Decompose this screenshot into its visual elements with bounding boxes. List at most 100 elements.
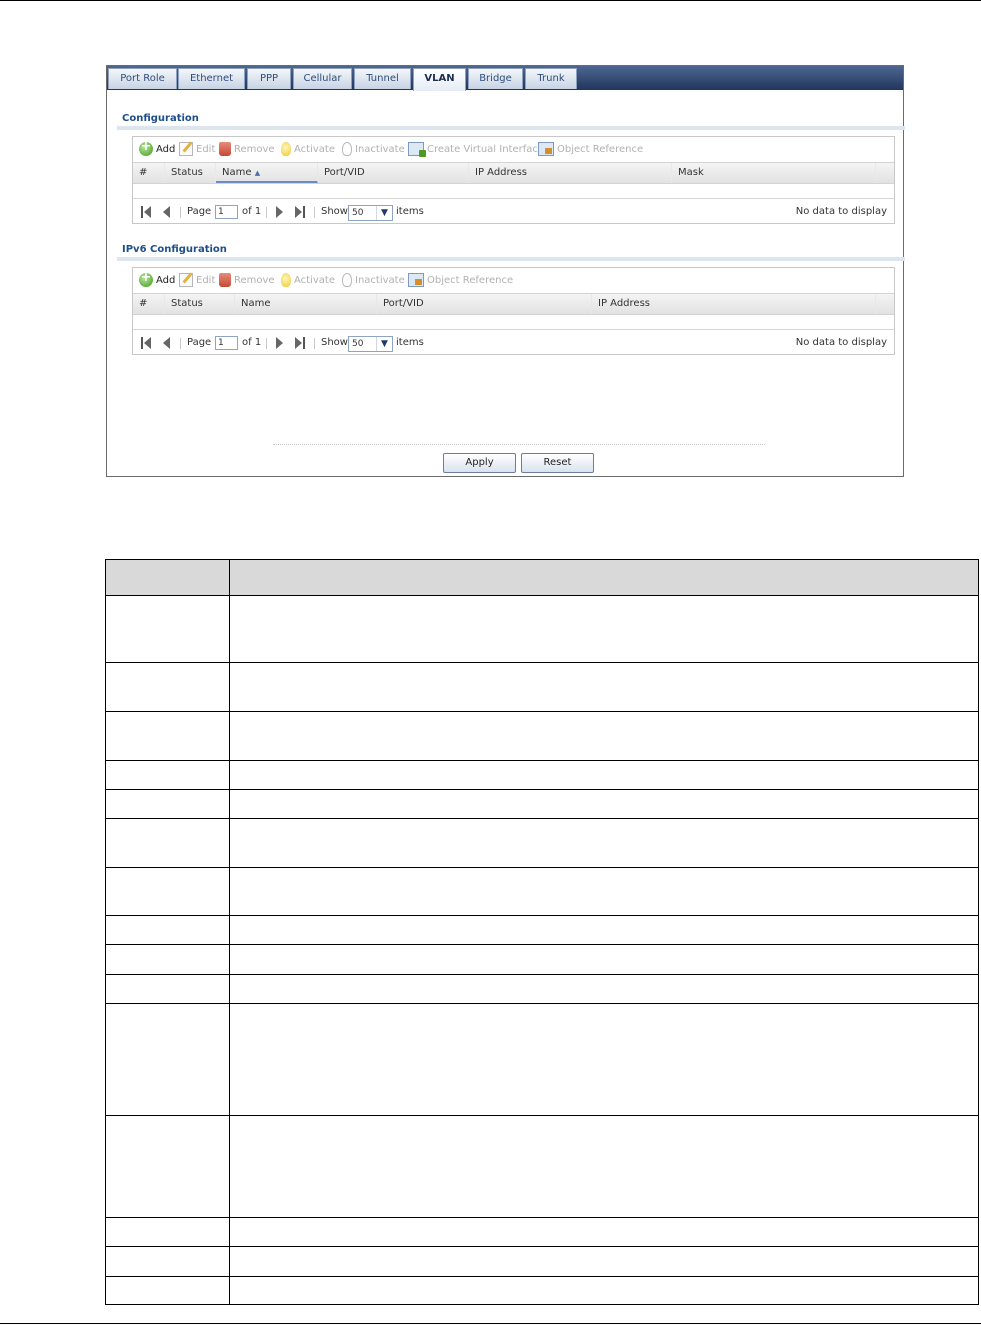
edit-icon xyxy=(179,273,193,287)
ipv6-header-row: # Status Name Port/VID IP Address xyxy=(133,293,894,315)
field-description-table xyxy=(105,559,979,1305)
pager-divider xyxy=(314,207,315,218)
page-bottom-rule xyxy=(0,1323,981,1324)
page-number-input[interactable] xyxy=(215,205,238,219)
last-page-icon[interactable] xyxy=(295,206,305,218)
items-label: items xyxy=(396,337,424,348)
first-page-icon[interactable] xyxy=(141,337,151,349)
tab-port-role[interactable]: Port Role xyxy=(108,68,177,89)
config-edit-button[interactable]: Edit xyxy=(179,141,215,157)
page-number-input[interactable] xyxy=(215,336,238,350)
ipv6-section-rule xyxy=(117,257,905,261)
items-label: items xyxy=(396,206,424,217)
config-header-row: # Status Name ▲ Port/VID IP Address Mask xyxy=(133,162,894,184)
show-label: Show xyxy=(321,337,348,348)
config-section-rule xyxy=(117,126,905,130)
table-row-divider xyxy=(106,711,978,712)
config-activate-button[interactable]: Activate xyxy=(281,141,335,157)
ipv6-object-reference-button[interactable]: Object Reference xyxy=(408,272,513,288)
page-size-value: 50 xyxy=(352,208,364,218)
vlan-screen: Port Role Ethernet PPP Cellular Tunnel V… xyxy=(106,65,905,477)
apply-button[interactable]: Apply xyxy=(443,453,516,473)
config-inactivate-button[interactable]: Inactivate xyxy=(342,141,405,157)
ipv6-grid: Add Edit Remove Activate Inactivate Obje… xyxy=(132,267,895,355)
activate-bulb-icon xyxy=(281,273,291,287)
remove-icon xyxy=(219,273,231,287)
ipv6-section-title: IPv6 Configuration xyxy=(122,244,227,255)
previous-page-icon[interactable] xyxy=(161,206,171,218)
col-number[interactable]: # xyxy=(133,294,165,314)
edit-icon xyxy=(179,142,193,156)
tab-cellular[interactable]: Cellular xyxy=(293,68,352,89)
col-port-vid[interactable]: Port/VID xyxy=(377,294,592,314)
tab-ppp[interactable]: PPP xyxy=(247,68,291,89)
previous-page-icon[interactable] xyxy=(161,337,171,349)
pager-divider xyxy=(180,207,181,218)
col-mask[interactable]: Mask xyxy=(672,163,876,183)
pager-divider xyxy=(314,338,315,349)
col-ip-address[interactable]: IP Address xyxy=(469,163,672,183)
col-number[interactable]: # xyxy=(133,163,165,183)
table-row-divider xyxy=(106,760,978,761)
config-inactivate-label: Inactivate xyxy=(355,143,405,155)
config-add-label: Add xyxy=(156,143,176,155)
config-grid: Add Edit Remove Activate Inactivate Crea… xyxy=(132,136,895,224)
first-page-icon[interactable] xyxy=(141,206,151,218)
config-remove-label: Remove xyxy=(234,143,275,155)
config-add-button[interactable]: Add xyxy=(139,139,176,157)
table-row-divider xyxy=(106,1217,978,1218)
page-size-select[interactable]: 50 ▼ xyxy=(348,205,393,221)
table-row-divider xyxy=(106,1246,978,1247)
tab-bar: Port Role Ethernet PPP Cellular Tunnel V… xyxy=(107,66,903,91)
ipv6-activate-label: Activate xyxy=(294,274,335,286)
page-size-value: 50 xyxy=(352,339,364,349)
col-port-vid[interactable]: Port/VID xyxy=(318,163,469,183)
chevron-down-icon: ▼ xyxy=(376,337,392,351)
tab-trunk[interactable]: Trunk xyxy=(525,68,577,89)
config-create-virtual-button[interactable]: Create Virtual Interface xyxy=(408,141,544,157)
ipv6-add-button[interactable]: Add xyxy=(139,270,175,288)
config-remove-button[interactable]: Remove xyxy=(219,141,275,157)
no-data-message: No data to display xyxy=(795,206,887,217)
config-create-virtual-label: Create Virtual Interface xyxy=(427,143,545,155)
table-row-divider xyxy=(106,818,978,819)
ipv6-edit-button[interactable]: Edit xyxy=(179,272,215,288)
table-row-divider xyxy=(106,944,978,945)
last-page-icon[interactable] xyxy=(295,337,305,349)
tab-vlan[interactable]: VLAN xyxy=(413,68,466,91)
next-page-icon[interactable] xyxy=(275,206,285,218)
show-label: Show xyxy=(321,206,348,217)
config-activate-label: Activate xyxy=(294,143,335,155)
col-name[interactable]: Name xyxy=(235,294,377,314)
page-label: Page xyxy=(187,206,212,217)
config-pager: Page of 1 Show 50 ▼ items No data to disp… xyxy=(133,200,894,224)
page-top-rule xyxy=(0,0,981,1)
page-size-select[interactable]: 50 ▼ xyxy=(348,336,393,352)
activate-bulb-icon xyxy=(281,142,291,156)
ipv6-pager: Page of 1 Show 50 ▼ items No data to disp… xyxy=(133,331,894,355)
col-name[interactable]: Name ▲ xyxy=(216,163,318,183)
reset-button[interactable]: Reset xyxy=(521,453,594,473)
no-data-message: No data to display xyxy=(795,337,887,348)
tab-tunnel[interactable]: Tunnel xyxy=(354,68,411,89)
table-row-divider xyxy=(106,1003,978,1004)
button-divider xyxy=(273,444,765,445)
ipv6-inactivate-button[interactable]: Inactivate xyxy=(342,272,405,288)
config-object-reference-button[interactable]: Object Reference xyxy=(538,141,643,157)
ipv6-toolbar: Add Edit Remove Activate Inactivate Obje… xyxy=(133,268,894,292)
ipv6-inactivate-label: Inactivate xyxy=(355,274,405,286)
col-ip-address[interactable]: IP Address xyxy=(592,294,876,314)
col-status[interactable]: Status xyxy=(165,163,216,183)
page-label: Page xyxy=(187,337,212,348)
pager-divider xyxy=(266,207,267,218)
ipv6-remove-button[interactable]: Remove xyxy=(219,272,275,288)
chevron-down-icon: ▼ xyxy=(376,206,392,220)
col-name-label: Name xyxy=(222,167,252,178)
ipv6-activate-button[interactable]: Activate xyxy=(281,272,335,288)
ipv6-object-reference-label: Object Reference xyxy=(427,274,514,286)
tab-ethernet[interactable]: Ethernet xyxy=(178,68,245,89)
tab-bridge[interactable]: Bridge xyxy=(468,68,523,89)
next-page-icon[interactable] xyxy=(275,337,285,349)
col-status[interactable]: Status xyxy=(165,294,235,314)
table-column-divider xyxy=(229,560,230,1304)
